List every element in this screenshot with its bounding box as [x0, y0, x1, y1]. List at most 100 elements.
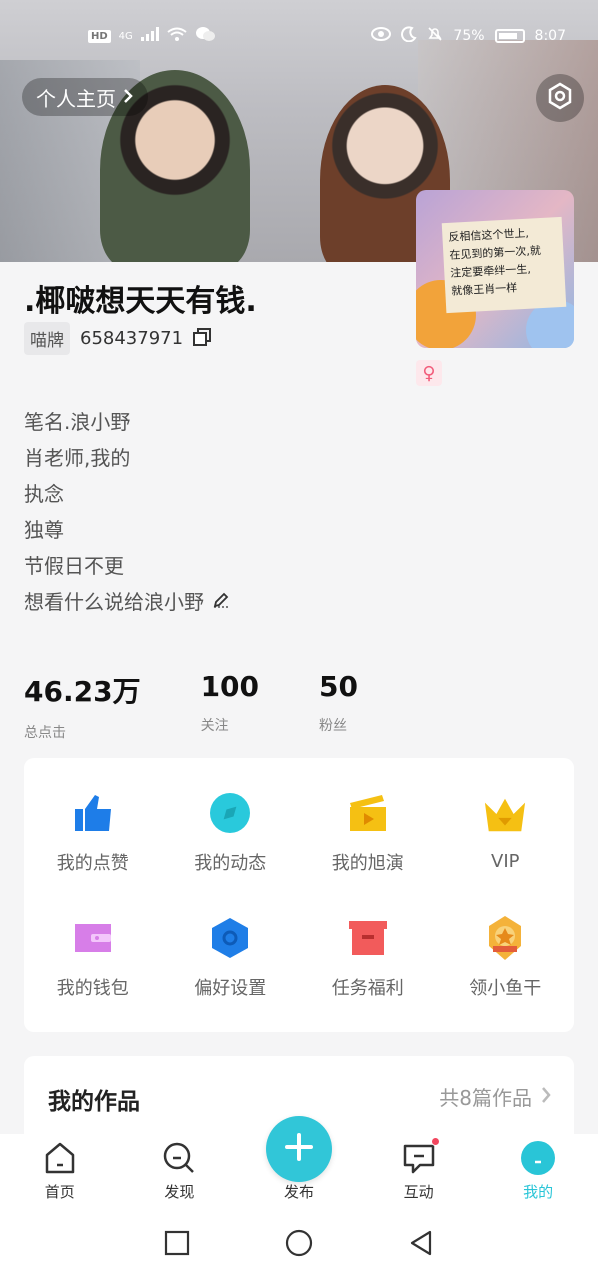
menu-grid: 我的点赞 我的动态 我的旭演 VIP 我的钱包 偏好设置 任务福利 领小鱼干: [24, 758, 574, 1032]
menu-item-vip[interactable]: VIP: [437, 770, 575, 895]
status-left: HD 4G: [88, 26, 215, 46]
chevron-right-icon: [540, 1085, 552, 1109]
id-tag: 喵牌: [24, 322, 70, 355]
menu-label: VIP: [491, 851, 520, 872]
bio-text: 节假日不更: [24, 554, 124, 578]
works-title: 我的作品: [48, 1089, 140, 1115]
nav-label: 我的: [523, 1183, 554, 1201]
works-count: 共8篇作品: [439, 1086, 532, 1110]
menu-label: 我的旭演: [331, 852, 404, 874]
menu-label: 任务福利: [331, 977, 404, 999]
bio-text: 独尊: [24, 518, 64, 542]
mute-bell-icon: [427, 26, 443, 46]
nav-home[interactable]: 首页: [0, 1134, 120, 1210]
stat-label: 总点击: [24, 725, 66, 741]
personal-homepage-link[interactable]: 个人主页: [22, 78, 148, 116]
username: .椰啵想天天有钱.: [24, 284, 257, 319]
notification-dot: [430, 1137, 440, 1146]
stat-label: 关注: [200, 718, 229, 734]
clock-time: 8:07: [534, 28, 566, 44]
back-triangle-icon[interactable]: [408, 1229, 434, 1261]
menu-item-task-rewards[interactable]: 任务福利: [299, 895, 437, 1020]
avatar[interactable]: 反相信这个世上, 在见到的第一次,就 注定要牵绊一生, 就像王肖一样: [416, 190, 574, 348]
stat-value: 100: [200, 670, 260, 703]
menu-label: 我的点赞: [56, 852, 129, 874]
clapper-icon: [346, 791, 390, 835]
status-right: 75% 8:07: [371, 26, 566, 46]
menu-label: 偏好设置: [194, 977, 267, 999]
female-gender-icon: ♀: [416, 360, 442, 386]
thumbs-up-icon: [71, 791, 115, 835]
bio-text: 想看什么说给浪小野: [24, 590, 204, 614]
hexagon-settings-icon: [208, 916, 252, 960]
menu-item-activity[interactable]: 我的动态: [162, 770, 300, 895]
network-type: 4G: [118, 30, 133, 42]
menu-item-wallet[interactable]: 我的钱包: [24, 895, 162, 1020]
eye-icon: [371, 27, 392, 45]
system-navigation-bar: [0, 1210, 598, 1280]
avatar-note: 反相信这个世上, 在见到的第一次,就 注定要牵绊一生, 就像王肖一样: [441, 216, 567, 314]
bio-line: 笔名.浪小野: [24, 404, 230, 440]
user-id-row: 喵牌 658437971: [24, 322, 212, 355]
stat-followers[interactable]: 50 粉丝: [319, 670, 358, 742]
bio-line: 节假日不更: [24, 548, 230, 584]
bio-line: 肖老师,我的: [24, 440, 230, 476]
menu-label: 我的动态: [194, 852, 267, 874]
wallet-icon: [71, 916, 115, 960]
menu-label: 我的钱包: [56, 977, 129, 999]
chevron-right-icon: [122, 85, 134, 109]
recent-apps-icon[interactable]: [164, 1230, 190, 1260]
menu-item-preferences[interactable]: 偏好设置: [162, 895, 300, 1020]
bio-line: 独尊: [24, 512, 230, 548]
bio-text: 笔名.浪小野: [24, 410, 131, 434]
copy-icon[interactable]: [193, 327, 212, 350]
battery-percent: 75%: [453, 28, 485, 44]
stats-row: 46.23万 总点击 100 关注 50 粉丝: [24, 670, 418, 742]
stat-total-clicks[interactable]: 46.23万 总点击: [24, 670, 141, 742]
stat-value: 46.23万: [24, 675, 141, 708]
bio-text: 执念: [24, 482, 64, 506]
nav-label: 发布: [283, 1183, 314, 1201]
user-id-number: 658437971: [80, 328, 184, 349]
home-icon: [41, 1139, 79, 1177]
moon-icon: [401, 26, 418, 46]
menu-item-likes[interactable]: 我的点赞: [24, 770, 162, 895]
gift-box-icon: [346, 916, 390, 960]
menu-item-dried-fish[interactable]: 领小鱼干: [437, 895, 575, 1020]
menu-item-performance[interactable]: 我的旭演: [299, 770, 437, 895]
bio-line: 想看什么说给浪小野: [24, 584, 230, 620]
profile-icon: [519, 1139, 557, 1177]
hd-badge: HD: [88, 29, 111, 43]
bio: 笔名.浪小野 肖老师,我的 执念 独尊 节假日不更 想看什么说给浪小野: [24, 404, 230, 620]
medal-icon: [483, 915, 527, 960]
wifi-icon: [167, 27, 187, 45]
works-count-link[interactable]: 共8篇作品: [439, 1082, 552, 1111]
nav-interaction[interactable]: 互动: [359, 1134, 479, 1210]
nav-label: 发现: [164, 1183, 195, 1201]
edit-pencil-icon[interactable]: [212, 584, 230, 620]
nav-label: 互动: [403, 1183, 434, 1201]
crown-icon: [483, 793, 527, 837]
menu-label: 领小鱼干: [469, 977, 542, 999]
stat-label: 粉丝: [319, 718, 348, 734]
nav-profile[interactable]: 我的: [478, 1134, 598, 1210]
status-bar: HD 4G 75% 8:07: [0, 0, 598, 70]
battery-icon: [494, 29, 525, 43]
message-icon: [400, 1137, 440, 1177]
signal-icon: [140, 27, 159, 45]
stat-value: 50: [319, 670, 358, 703]
plus-icon: [285, 1133, 313, 1165]
hexagon-gear-icon: [546, 82, 574, 114]
home-circle-icon[interactable]: [284, 1228, 314, 1262]
stat-following[interactable]: 100 关注: [201, 670, 259, 742]
publish-button[interactable]: [266, 1116, 332, 1182]
nav-label: 首页: [44, 1183, 75, 1201]
wechat-icon: [195, 26, 215, 46]
bio-text: 肖老师,我的: [24, 446, 131, 470]
settings-button[interactable]: [536, 74, 584, 122]
search-icon: [160, 1139, 198, 1177]
compass-icon: [208, 791, 252, 835]
nav-discover[interactable]: 发现: [120, 1134, 240, 1210]
personal-homepage-label: 个人主页: [36, 86, 116, 111]
bio-line: 执念: [24, 476, 230, 512]
